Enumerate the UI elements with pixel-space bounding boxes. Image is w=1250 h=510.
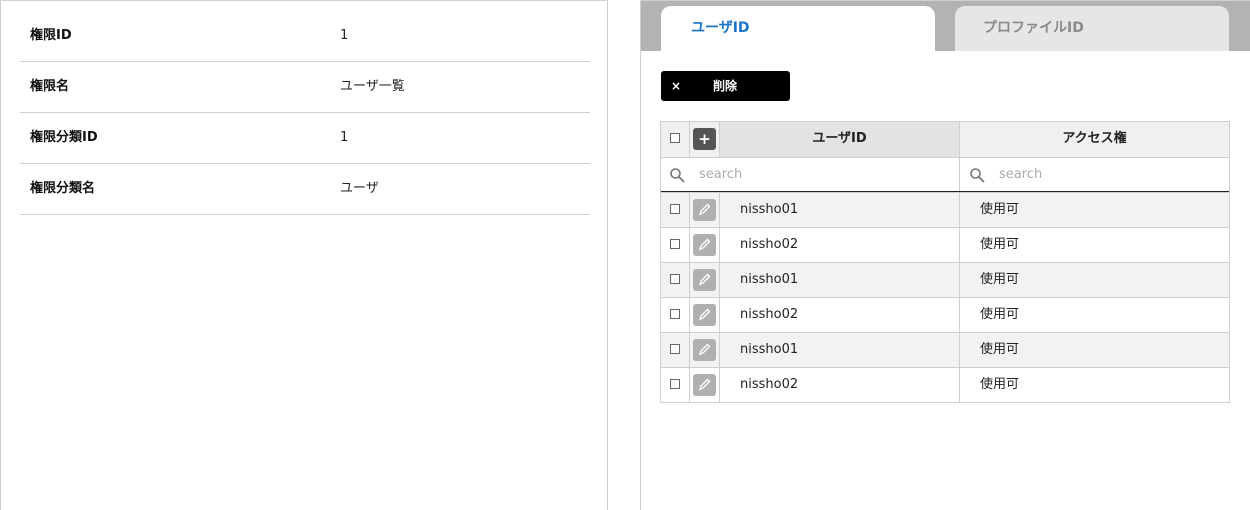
access-cell: 使用可 (960, 228, 1229, 262)
column-header-label: アクセス権 (1062, 131, 1127, 146)
table-row[interactable]: nissho01 使用可 (661, 332, 1229, 367)
access-cell: 使用可 (960, 368, 1229, 402)
detail-label: 権限ID (30, 28, 72, 43)
detail-row-permission-name: 権限名 ユーザ一覧 (20, 62, 590, 113)
row-action-cell (690, 333, 720, 367)
access-value: 使用可 (980, 202, 1020, 217)
tab-strip: ユーザID プロファイルID (641, 1, 1250, 51)
user-id-cell: nissho02 (720, 368, 960, 402)
table-row[interactable]: nissho02 使用可 (661, 227, 1229, 262)
pencil-icon (699, 203, 711, 216)
column-header-user-id[interactable]: ユーザID (720, 122, 960, 157)
row-check-cell (661, 228, 690, 262)
delete-button[interactable]: × 削除 (661, 71, 790, 101)
close-icon: × (671, 79, 682, 93)
edit-button[interactable] (693, 374, 716, 396)
detail-row-permission-id: 権限ID 1 (20, 11, 590, 62)
user-id-cell: nissho01 (720, 263, 960, 297)
access-search-input[interactable]: search (999, 158, 1042, 192)
edit-button[interactable] (693, 304, 716, 326)
edit-button[interactable] (693, 339, 716, 361)
search-icon (670, 168, 685, 183)
select-all-checkbox[interactable] (670, 133, 680, 143)
detail-row-category-id: 権限分類ID 1 (20, 113, 590, 164)
table-row[interactable]: nissho02 使用可 (661, 297, 1229, 332)
detail-value: ユーザ一覧 (340, 79, 405, 94)
row-checkbox[interactable] (670, 379, 680, 389)
table-row[interactable]: nissho01 使用可 (661, 192, 1229, 227)
pencil-icon (699, 308, 711, 321)
detail-label: 権限分類名 (30, 181, 96, 196)
user-id-value: nissho01 (740, 202, 799, 217)
user-id-value: nissho02 (740, 307, 799, 322)
user-id-value: nissho01 (740, 342, 799, 357)
table-header-row: + ユーザID アクセス権 (661, 122, 1229, 157)
row-check-cell (661, 263, 690, 297)
tab-user-id[interactable]: ユーザID (661, 6, 935, 51)
edit-button[interactable] (693, 199, 716, 221)
row-action-cell (690, 228, 720, 262)
search-icon (970, 168, 985, 183)
access-value: 使用可 (980, 237, 1020, 252)
row-check-cell (661, 298, 690, 332)
delete-button-label: 削除 (713, 79, 738, 93)
permission-detail-panel: 権限ID 1 権限名 ユーザ一覧 権限分類ID 1 権限分類名 ユーザ (0, 0, 608, 510)
user-access-panel: ユーザID プロファイルID × 削除 + ユーザID アクセス権 search… (640, 0, 1250, 510)
access-value: 使用可 (980, 272, 1020, 287)
pencil-icon (699, 343, 711, 356)
access-cell: 使用可 (960, 263, 1229, 297)
detail-label: 権限分類ID (30, 130, 98, 145)
user-id-cell: nissho02 (720, 228, 960, 262)
row-checkbox[interactable] (670, 274, 680, 284)
table-row[interactable]: nissho02 使用可 (661, 367, 1229, 402)
detail-label: 権限名 (30, 79, 70, 94)
user-id-search-input[interactable]: search (699, 158, 742, 192)
column-header-access[interactable]: アクセス権 (960, 122, 1229, 157)
detail-value: 1 (340, 130, 349, 145)
detail-value: ユーザ (340, 181, 379, 196)
access-cell: 使用可 (960, 193, 1229, 227)
column-header-label: ユーザID (812, 131, 867, 146)
row-check-cell (661, 368, 690, 402)
row-action-cell (690, 263, 720, 297)
pencil-icon (699, 378, 711, 391)
pencil-icon (699, 238, 711, 251)
access-value: 使用可 (980, 342, 1020, 357)
pencil-icon (699, 273, 711, 286)
table-row[interactable]: nissho01 使用可 (661, 262, 1229, 297)
user-id-filter-cell[interactable]: search (661, 158, 960, 191)
tab-profile-id[interactable]: プロファイルID (955, 6, 1229, 51)
detail-row-category-name: 権限分類名 ユーザ (20, 164, 590, 215)
access-cell: 使用可 (960, 333, 1229, 367)
row-action-cell (690, 298, 720, 332)
user-id-cell: nissho01 (720, 333, 960, 367)
row-action-cell (690, 368, 720, 402)
header-action-cell: + (690, 122, 720, 157)
edit-button[interactable] (693, 234, 716, 256)
row-checkbox[interactable] (670, 239, 680, 249)
row-checkbox[interactable] (670, 309, 680, 319)
row-check-cell (661, 333, 690, 367)
access-value: 使用可 (980, 307, 1020, 322)
access-value: 使用可 (980, 377, 1020, 392)
filter-row: search search (661, 157, 1229, 192)
access-cell: 使用可 (960, 298, 1229, 332)
row-checkbox[interactable] (670, 344, 680, 354)
header-check-cell (661, 122, 690, 157)
row-checkbox[interactable] (670, 204, 680, 214)
user-id-value: nissho02 (740, 237, 799, 252)
add-row-button[interactable]: + (693, 128, 716, 150)
row-action-cell (690, 193, 720, 227)
row-check-cell (661, 193, 690, 227)
access-filter-cell[interactable]: search (960, 158, 1229, 191)
user-access-table: + ユーザID アクセス権 search search nissho01 使用可… (660, 121, 1230, 403)
user-id-cell: nissho01 (720, 193, 960, 227)
user-id-cell: nissho02 (720, 298, 960, 332)
detail-value: 1 (340, 28, 349, 43)
edit-button[interactable] (693, 269, 716, 291)
user-id-value: nissho01 (740, 272, 799, 287)
user-id-value: nissho02 (740, 377, 799, 392)
